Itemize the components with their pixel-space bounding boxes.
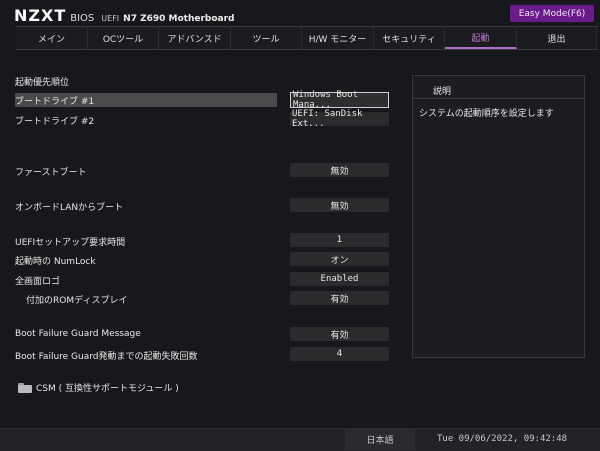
tab-advanced[interactable]: アドバンスド	[159, 27, 231, 49]
boot-drive-2-select[interactable]: UEFI: SanDisk Ext...	[290, 109, 389, 129]
numlock-label[interactable]: 起動時の NumLock	[15, 254, 96, 267]
boot-drive-1-select[interactable]: Windows Boot Mana...	[290, 90, 389, 110]
language-button[interactable]: 日本語	[345, 428, 415, 450]
numlock-select[interactable]: オン	[290, 252, 389, 266]
main-tabs: メイン OCツール アドバンスド ツール H/W モニター セキュリティ 起動 …	[16, 26, 598, 50]
easy-mode-button[interactable]: Easy Mode(F6)	[510, 5, 594, 22]
tab-main[interactable]: メイン	[16, 27, 88, 49]
csm-submenu[interactable]: CSM ( 互換性サポートモジュール )	[18, 381, 179, 394]
tab-boot[interactable]: 起動	[445, 27, 517, 49]
model-name: N7 Z690 Motherboard	[123, 14, 235, 24]
brand-name: NZXT	[14, 6, 67, 25]
boot-drive-2-label[interactable]: ブートドライブ #2	[15, 114, 94, 127]
boot-failure-guard-message-label[interactable]: Boot Failure Guard Message	[15, 329, 141, 339]
onboard-lan-boot-select[interactable]: 無効	[290, 198, 389, 212]
csm-label: CSM ( 互換性サポートモジュール )	[36, 384, 179, 394]
help-divider	[413, 98, 584, 99]
help-panel: 説明 システムの起動順序を設定します	[412, 75, 585, 358]
uefi-setup-timeout-input[interactable]: 1	[290, 233, 389, 247]
tab-tools[interactable]: ツール	[231, 27, 302, 49]
tab-oc-tools[interactable]: OCツール	[88, 27, 159, 49]
fullscreen-logo-label[interactable]: 全画面ロゴ	[15, 274, 60, 287]
fast-boot-select[interactable]: 無効	[290, 163, 389, 177]
help-title: 説明	[433, 87, 452, 97]
tab-security[interactable]: セキュリティ	[374, 27, 445, 49]
boot-priority-heading: 起動優先順位	[15, 78, 70, 88]
boot-drive-1-label[interactable]: ブートドライブ #1	[15, 93, 277, 107]
fullscreen-logo-select[interactable]: Enabled	[290, 272, 389, 286]
uefi-setup-timeout-label[interactable]: UEFIセットアップ要求時間	[15, 235, 125, 248]
addon-rom-display-select[interactable]: 有効	[290, 291, 389, 305]
boot-failure-guard-count-input[interactable]: 4	[290, 347, 389, 361]
fast-boot-label[interactable]: ファーストブート	[15, 165, 87, 178]
help-text: システムの起動順序を設定します	[419, 109, 554, 119]
addon-rom-display-label[interactable]: 付加のROMディスプレイ	[26, 293, 127, 306]
boot-failure-guard-message-select[interactable]: 有効	[290, 327, 389, 341]
boot-failure-guard-count-label[interactable]: Boot Failure Guard発動までの起動失敗回数	[15, 349, 198, 362]
onboard-lan-boot-label[interactable]: オンボードLANからブート	[15, 200, 123, 213]
datetime-display: Tue 09/06/2022, 09:42:48	[437, 434, 568, 444]
tab-hw-monitor[interactable]: H/W モニター	[302, 27, 374, 49]
brand-logo: NZXT BIOS UEFI N7 Z690 Motherboard	[14, 6, 235, 28]
folder-icon	[18, 382, 32, 393]
bios-label: BIOS	[70, 13, 95, 24]
uefi-label: UEFI	[101, 14, 120, 23]
tab-exit[interactable]: 退出	[517, 27, 597, 49]
